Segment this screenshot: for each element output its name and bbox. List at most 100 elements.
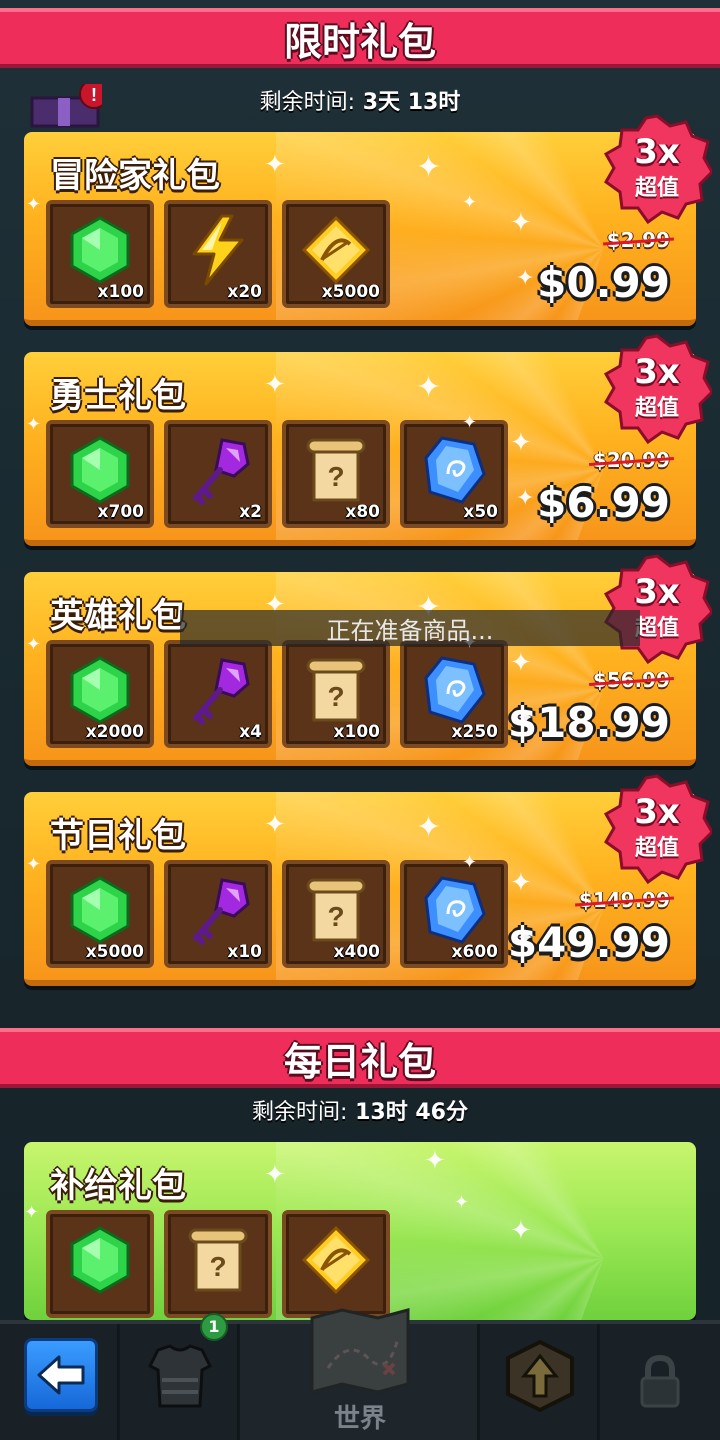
loading-toast-text: 正在准备商品... <box>326 616 494 645</box>
sparkle-icon: ✦ <box>462 852 478 873</box>
pack-card[interactable]: 勇士礼包 x700 x2? x80 x50 $20.99 $6.99 ✦ ✦ ✦ ✦ ✦ ✦ <box>24 352 696 546</box>
sparkle-icon: ✦ <box>516 266 535 291</box>
sparkle-icon: ✦ <box>264 370 286 400</box>
back-button[interactable] <box>24 1338 98 1412</box>
item-quantity: x10 <box>227 942 262 962</box>
sparkle-icon: ✦ <box>264 1160 286 1190</box>
item-quantity: x80 <box>345 502 380 522</box>
sparkle-icon: ✦ <box>510 208 532 238</box>
original-price: $149.99 <box>578 888 670 912</box>
pack-item-slot[interactable]: ? x400 <box>282 860 390 968</box>
item-quantity: x4 <box>239 722 262 742</box>
svg-text:?: ? <box>209 1251 226 1282</box>
pack-item-slot[interactable]: ? <box>164 1210 272 1318</box>
pack-item-row: x700 x2? x80 x50 <box>46 420 508 528</box>
svg-text:?: ? <box>327 901 344 932</box>
value-badge: 3x 超值 <box>602 554 712 664</box>
pack-title: 冒险家礼包 <box>50 156 220 196</box>
pack-item-slot[interactable]: x4 <box>164 640 272 748</box>
badge-text: 超值 <box>634 396 679 421</box>
sparkle-icon: ✦ <box>26 194 42 215</box>
pack-card[interactable]: 冒险家礼包 x100 x20 x5000 $2.99 $0.99 ✦ ✦ ✦ ✦ ✦ ✦ <box>24 132 696 326</box>
sparkle-icon: ✦ <box>462 412 478 433</box>
sparkle-icon: ✦ <box>454 1192 470 1213</box>
item-quantity: x100 <box>97 282 144 302</box>
world-map-icon[interactable] <box>308 1308 412 1394</box>
daily-pack-title: 补给礼包 <box>50 1166 186 1206</box>
item-quantity: x2000 <box>85 722 144 742</box>
original-price: $20.99 <box>592 448 670 472</box>
pack-item-slot[interactable]: ? x100 <box>282 640 390 748</box>
badge-multiplier: 3x <box>634 792 680 832</box>
timer-value: 3天 13时 <box>362 90 461 115</box>
pack-item-slot[interactable]: x2 <box>164 420 272 528</box>
value-badge: 3x 超值 <box>602 334 712 444</box>
svg-text:?: ? <box>327 681 344 712</box>
sparkle-icon: ✦ <box>416 810 442 845</box>
sparkle-icon: ✦ <box>416 150 442 185</box>
item-quantity: x50 <box>463 502 498 522</box>
sparkle-icon: ✦ <box>264 810 286 840</box>
item-quantity: x20 <box>227 282 262 302</box>
original-price: $2.99 <box>606 228 670 252</box>
pack-item-slot[interactable]: x100 <box>46 200 154 308</box>
daily-pack-card[interactable]: 补给礼包 ? ✦ ✦ ✦ ✦ ✦ <box>24 1142 696 1320</box>
pack-item-row: x100 x20 x5000 <box>46 200 390 308</box>
daily-timer: 剩余时间: 13时 46分 <box>0 1094 720 1126</box>
armor-icon[interactable] <box>140 1336 220 1416</box>
item-quantity: x400 <box>333 942 380 962</box>
pack-item-slot[interactable] <box>282 1210 390 1318</box>
pack-item-slot[interactable]: x600 <box>400 860 508 968</box>
value-badge: 3x 超值 <box>602 114 712 224</box>
pack-item-slot[interactable]: x5000 <box>282 200 390 308</box>
pack-item-slot[interactable]: x20 <box>164 200 272 308</box>
item-quantity: x5000 <box>85 942 144 962</box>
world-label: 世界 <box>333 1404 386 1434</box>
sparkle-icon: ✦ <box>462 192 478 213</box>
item-quantity: x2 <box>239 502 262 522</box>
pack-item-slot[interactable]: ? x80 <box>282 420 390 528</box>
badge-multiplier: 3x <box>634 132 680 172</box>
item-quantity: x600 <box>451 942 498 962</box>
badge-multiplier: 3x <box>634 572 680 612</box>
svg-text:?: ? <box>327 461 344 492</box>
badge-multiplier: 3x <box>634 352 680 392</box>
sparkle-icon: ✦ <box>424 1146 446 1176</box>
sparkle-icon: ✦ <box>416 370 442 405</box>
armor-notification-badge: 1 <box>200 1313 228 1341</box>
pack-item-slot[interactable]: x50 <box>400 420 508 528</box>
pack-item-slot[interactable]: x2000 <box>46 640 154 748</box>
sparkle-icon: ✦ <box>26 854 42 875</box>
daily-timer-value: 13时 46分 <box>355 1100 468 1125</box>
lock-icon <box>640 1354 680 1408</box>
timer-label: 剩余时间: <box>259 90 356 115</box>
loading-toast: 正在准备商品... <box>180 610 640 646</box>
pack-card[interactable]: 节日礼包 x5000 x10? x400 x600 $149.99 $49.99 ✦ ✦ ✦ ✦ ✦ ✦ <box>24 792 696 986</box>
pack-item-row: x5000 x10? x400 x600 <box>46 860 508 968</box>
sparkle-icon: ✦ <box>264 150 286 180</box>
item-quantity: x250 <box>451 722 498 742</box>
limited-timer: 剩余时间: 3天 13时 <box>0 84 720 116</box>
original-price: $56.99 <box>592 668 670 692</box>
sparkle-icon: ✦ <box>516 486 535 511</box>
pack-item-slot[interactable]: x250 <box>400 640 508 748</box>
pack-item-slot[interactable] <box>46 1210 154 1318</box>
sparkle-icon: ✦ <box>510 1216 532 1246</box>
sparkle-icon: ✦ <box>510 428 532 458</box>
pack-item-slot[interactable]: x10 <box>164 860 272 968</box>
sparkle-icon: ✦ <box>516 926 535 951</box>
pack-item-slot[interactable]: x700 <box>46 420 154 528</box>
up-arrow-shield-icon[interactable] <box>502 1338 578 1414</box>
price-button[interactable]: $6.99 <box>537 478 670 527</box>
sparkle-icon: ✦ <box>516 706 535 731</box>
arrow-left-icon <box>37 1355 85 1395</box>
price-button[interactable]: $0.99 <box>537 258 670 307</box>
daily-timer-label: 剩余时间: <box>252 1100 348 1125</box>
pack-card[interactable]: 英雄礼包x2000x4?x100x250$56.99$18.99✦✦✦✦✦✦ <box>24 572 696 766</box>
badge-text: 超值 <box>634 836 679 861</box>
daily-item-row: ? <box>46 1210 390 1318</box>
pack-item-slot[interactable]: x5000 <box>46 860 154 968</box>
sparkle-icon: ✦ <box>26 634 42 655</box>
limited-offers-title: 限时礼包 <box>283 19 436 64</box>
badge-text: 超值 <box>634 176 679 201</box>
